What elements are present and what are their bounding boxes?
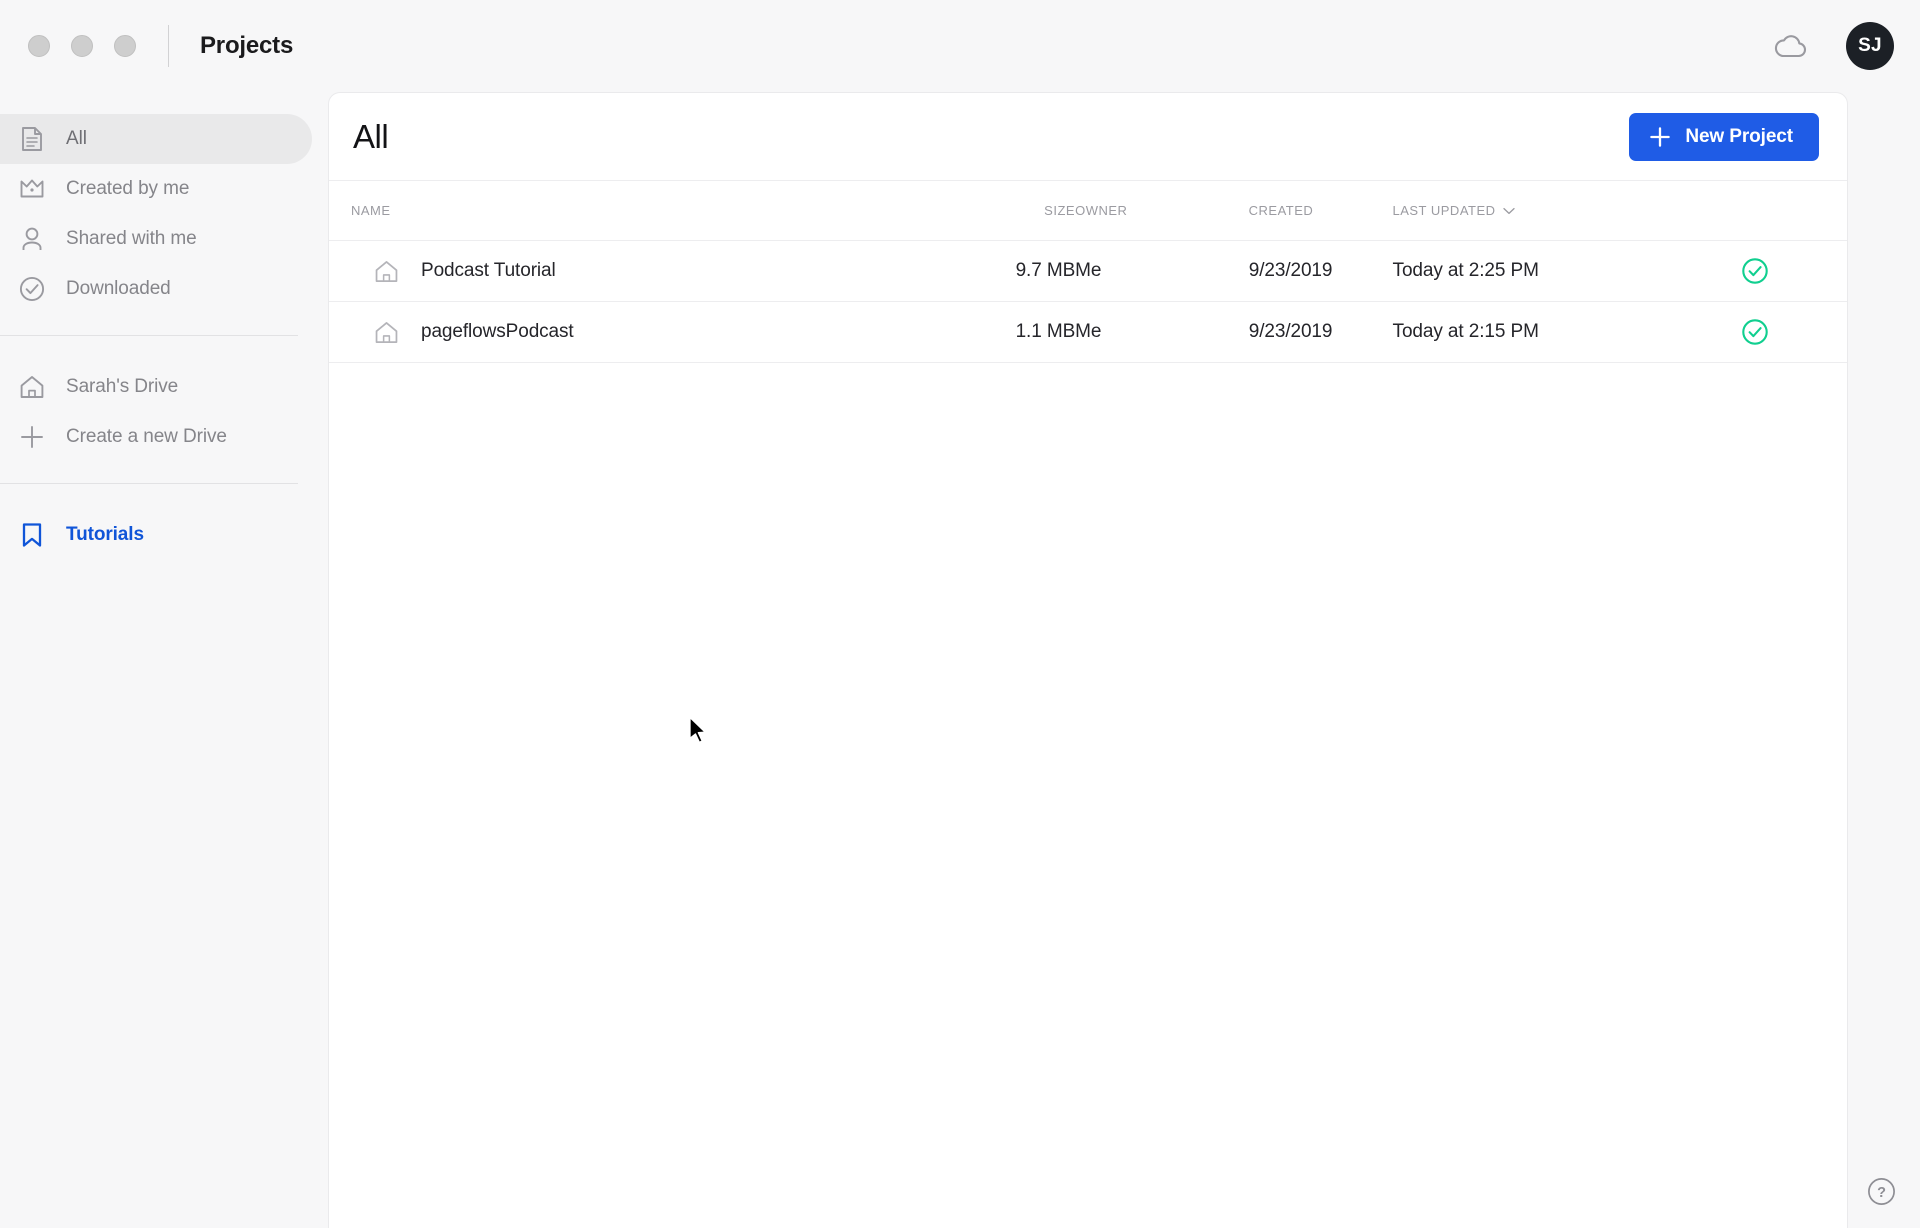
column-header-label: Last Updated (1392, 203, 1496, 218)
sidebar-item-label: Created by me (66, 178, 190, 199)
project-name: pageflowsPodcast (421, 321, 574, 342)
sidebar-item-label: All (66, 128, 87, 149)
sidebar-item-created-by-me[interactable]: Created by me (0, 164, 312, 214)
status-badge[interactable] (1690, 257, 1819, 285)
page-title: Projects (200, 32, 294, 59)
table-row[interactable]: Podcast Tutorial 9.7 MB Me 9/23/2019 Tod… (329, 241, 1847, 302)
check-circle-icon (18, 275, 46, 303)
document-icon (18, 125, 46, 153)
title-bar: Projects SJ (0, 0, 1920, 92)
cell-created: 9/23/2019 (1248, 321, 1333, 342)
home-icon (18, 373, 46, 401)
main-panel: All New Project Name Size Owner Created … (328, 92, 1848, 1228)
sidebar-item-all[interactable]: All (0, 114, 312, 164)
home-icon (373, 319, 399, 345)
cell-owner: Me (1075, 321, 1102, 342)
check-circle-icon (1741, 257, 1769, 285)
project-name: Podcast Tutorial (421, 260, 556, 281)
sidebar-group-drives: Sarah's Drive Create a new Drive (0, 362, 328, 462)
cell-last-updated: Today at 2:15 PM (1392, 321, 1539, 342)
column-header-last-updated[interactable]: Last Updated (1392, 203, 1690, 218)
svg-text:?: ? (1877, 1185, 1886, 1201)
sidebar-item-label: Sarah's Drive (66, 376, 179, 397)
cell-owner: Me (1075, 260, 1102, 281)
bookmark-icon (18, 521, 46, 549)
titlebar-divider (168, 25, 169, 67)
sidebar-item-downloaded[interactable]: Downloaded (0, 264, 312, 314)
table-header-row: Name Size Owner Created Last Updated (329, 181, 1847, 241)
sidebar-group-tutorials: Tutorials (0, 510, 328, 560)
panel-title: All (353, 117, 389, 155)
new-project-label: New Project (1685, 125, 1793, 147)
person-icon (18, 225, 46, 253)
sidebar-item-label: Tutorials (66, 524, 144, 545)
sidebar-item-label: Downloaded (66, 278, 171, 299)
sidebar-group-filters: All Created by me Shared with me Downloa… (0, 114, 328, 314)
minimize-button[interactable] (71, 35, 93, 57)
cloud-icon[interactable] (1768, 23, 1814, 69)
column-header-owner[interactable]: Owner (1075, 203, 1249, 218)
column-header-name[interactable]: Name (351, 203, 964, 218)
sidebar-item-shared-with-me[interactable]: Shared with me (0, 214, 312, 264)
sidebar-item-label: Create a new Drive (66, 426, 227, 447)
close-button[interactable] (28, 35, 50, 57)
status-badge[interactable] (1690, 318, 1819, 346)
new-project-button[interactable]: New Project (1629, 112, 1819, 161)
plus-icon (18, 423, 46, 451)
sidebar-divider (0, 335, 298, 336)
column-header-size[interactable]: Size (964, 203, 1075, 218)
column-header-created[interactable]: Created (1249, 203, 1393, 218)
help-button[interactable]: ? (1866, 1176, 1896, 1206)
chevron-down-icon (1502, 207, 1515, 215)
avatar[interactable]: SJ (1846, 22, 1894, 70)
crown-icon (18, 175, 46, 203)
sidebar-item-label: Shared with me (66, 228, 197, 249)
sidebar-divider (0, 483, 298, 484)
cell-last-updated: Today at 2:25 PM (1392, 260, 1539, 281)
home-icon (373, 258, 399, 284)
table-row[interactable]: pageflowsPodcast 1.1 MB Me 9/23/2019 Tod… (329, 302, 1847, 363)
cell-size: 9.7 MB (1015, 260, 1076, 281)
cell-name: pageflowsPodcast (351, 319, 964, 345)
window-controls (28, 35, 136, 57)
sidebar: All Created by me Shared with me Downloa… (0, 92, 328, 1228)
cell-size: 1.1 MB (1015, 321, 1076, 342)
sidebar-item-sarahs-drive[interactable]: Sarah's Drive (0, 362, 312, 412)
maximize-button[interactable] (114, 35, 136, 57)
sidebar-item-create-a-new-drive[interactable]: Create a new Drive (0, 412, 312, 462)
plus-icon (1649, 126, 1671, 148)
projects-table: Name Size Owner Created Last Updated (329, 181, 1847, 363)
titlebar-actions: SJ (1768, 22, 1894, 70)
cell-name: Podcast Tutorial (351, 258, 964, 284)
sidebar-item-tutorials[interactable]: Tutorials (0, 510, 312, 560)
panel-header: All New Project (329, 93, 1847, 181)
check-circle-icon (1741, 318, 1769, 346)
cell-created: 9/23/2019 (1248, 260, 1333, 281)
